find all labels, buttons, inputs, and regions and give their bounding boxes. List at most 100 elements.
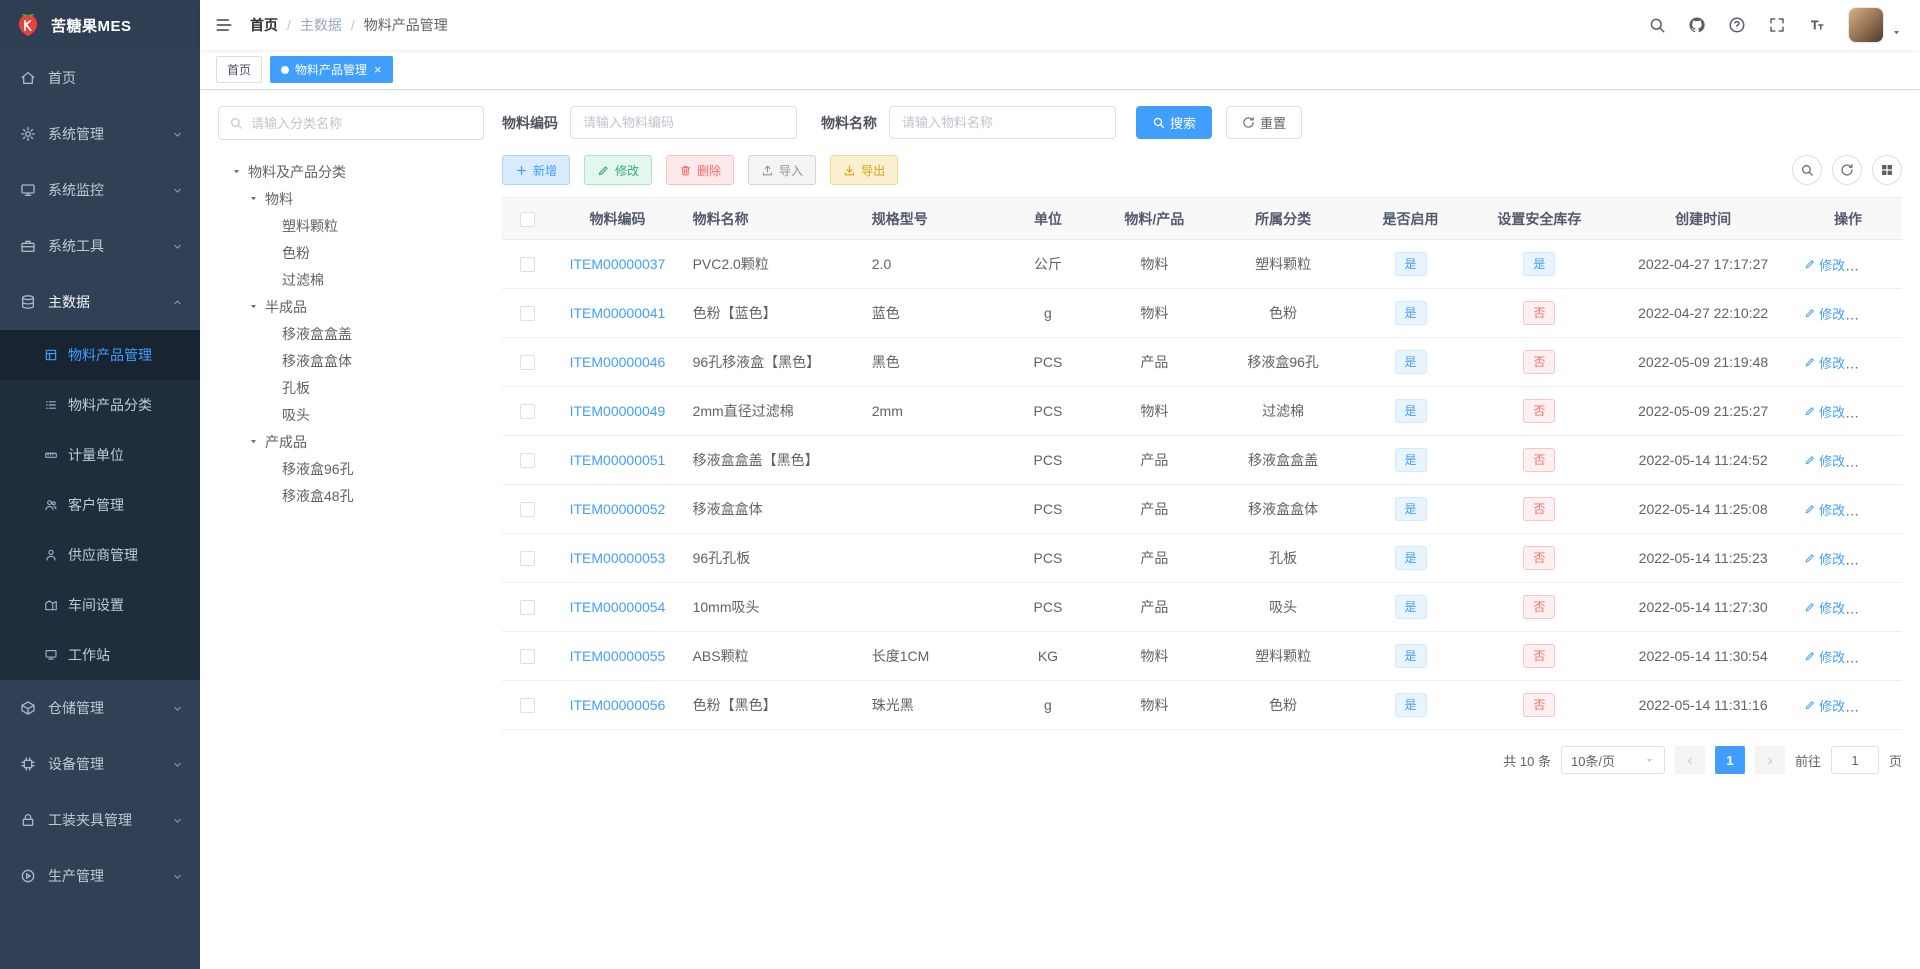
- material-code-link[interactable]: ITEM00000054: [570, 599, 666, 615]
- breadcrumb-item-2[interactable]: 物料产品管理: [364, 15, 448, 35]
- sidebar-item-master-data[interactable]: 主数据: [0, 274, 200, 330]
- row-checkbox[interactable]: [519, 600, 535, 616]
- hamburger-icon[interactable]: [214, 15, 234, 35]
- delete-link[interactable]: 删除: [1857, 500, 1898, 519]
- edit-button[interactable]: 修改: [584, 155, 653, 185]
- delete-link[interactable]: 删除: [1857, 598, 1898, 617]
- edit-link[interactable]: 修改: [1804, 353, 1845, 372]
- row-checkbox[interactable]: [519, 453, 535, 469]
- page-button-1[interactable]: 1: [1714, 746, 1745, 774]
- row-checkbox[interactable]: [519, 551, 535, 567]
- tree-node-1[interactable]: 物料: [218, 185, 484, 212]
- tree-node-9[interactable]: 吸头: [218, 401, 484, 428]
- edit-link[interactable]: 修改: [1804, 402, 1845, 421]
- app-logo[interactable]: 苦糖果MES: [0, 0, 200, 50]
- edit-link[interactable]: 修改: [1804, 451, 1845, 470]
- edit-link[interactable]: 修改: [1804, 255, 1845, 274]
- material-code-link[interactable]: ITEM00000041: [570, 305, 666, 321]
- category-search-input[interactable]: [251, 115, 473, 131]
- tree-node-4[interactable]: 过滤棉: [218, 266, 484, 293]
- row-checkbox[interactable]: [519, 404, 535, 420]
- row-checkbox[interactable]: [519, 257, 535, 273]
- delete-link[interactable]: 删除: [1857, 255, 1898, 274]
- delete-link[interactable]: 删除: [1857, 696, 1898, 715]
- search-icon[interactable]: [1648, 16, 1666, 34]
- close-icon[interactable]: ×: [374, 63, 382, 76]
- delete-link[interactable]: 删除: [1857, 451, 1898, 470]
- sidebar-item-supplier-management[interactable]: 供应商管理: [0, 530, 200, 580]
- material-code-link[interactable]: ITEM00000055: [570, 648, 666, 664]
- breadcrumb-item-1[interactable]: 主数据: [300, 15, 342, 35]
- user-menu[interactable]: [1848, 7, 1902, 43]
- edit-link[interactable]: 修改: [1804, 500, 1845, 519]
- select-all-checkbox[interactable]: [519, 211, 535, 227]
- row-checkbox[interactable]: [519, 649, 535, 665]
- tree-node-5[interactable]: 半成品: [218, 293, 484, 320]
- edit-link[interactable]: 修改: [1804, 598, 1845, 617]
- material-code-link[interactable]: ITEM00000056: [570, 697, 666, 713]
- tree-node-3[interactable]: 色粉: [218, 239, 484, 266]
- next-page-button[interactable]: ›: [1754, 746, 1785, 774]
- tab-1[interactable]: 物料产品管理 ×: [270, 56, 393, 83]
- goto-page-input[interactable]: [1830, 746, 1879, 774]
- add-button[interactable]: 新增: [502, 155, 571, 185]
- refresh-button[interactable]: [1832, 155, 1862, 185]
- sidebar-item-material-product-category[interactable]: 物料产品分类: [0, 380, 200, 430]
- edit-link[interactable]: 修改: [1804, 304, 1845, 323]
- sidebar-item-production-management[interactable]: 生产管理: [0, 848, 200, 904]
- sidebar-item-measurement-unit[interactable]: 计量单位: [0, 430, 200, 480]
- material-code-link[interactable]: ITEM00000052: [570, 501, 666, 517]
- sidebar-item-warehouse-management[interactable]: 仓储管理: [0, 680, 200, 736]
- delete-link[interactable]: 删除: [1857, 549, 1898, 568]
- material-name-input[interactable]: [889, 106, 1116, 139]
- tab-0[interactable]: 首页: [216, 56, 263, 83]
- material-code-link[interactable]: ITEM00000037: [570, 256, 666, 272]
- edit-link[interactable]: 修改: [1804, 696, 1845, 715]
- edit-link[interactable]: 修改: [1804, 549, 1845, 568]
- page-size-select[interactable]: 10条/页: [1560, 746, 1665, 774]
- sidebar-item-system-management[interactable]: 系统管理: [0, 106, 200, 162]
- prev-page-button[interactable]: ‹: [1674, 746, 1705, 774]
- material-code-link[interactable]: ITEM00000053: [570, 550, 666, 566]
- material-code-link[interactable]: ITEM00000051: [570, 452, 666, 468]
- sidebar-item-customer-management[interactable]: 客户管理: [0, 480, 200, 530]
- sidebar-item-material-product-management[interactable]: 物料产品管理: [0, 330, 200, 380]
- reset-button[interactable]: 重置: [1226, 106, 1303, 139]
- row-checkbox[interactable]: [519, 698, 535, 714]
- sidebar-item-equipment-management[interactable]: 设备管理: [0, 736, 200, 792]
- delete-link[interactable]: 删除: [1857, 647, 1898, 666]
- delete-button[interactable]: 删除: [666, 155, 735, 185]
- avatar[interactable]: [1848, 7, 1884, 43]
- github-icon[interactable]: [1688, 16, 1706, 34]
- delete-link[interactable]: 删除: [1857, 402, 1898, 421]
- tree-node-6[interactable]: 移液盒盒盖: [218, 320, 484, 347]
- font-size-icon[interactable]: [1808, 16, 1826, 34]
- tree-node-12[interactable]: 移液盒48孔: [218, 482, 484, 509]
- delete-link[interactable]: 删除: [1857, 304, 1898, 323]
- breadcrumb-item-0[interactable]: 首页: [250, 15, 278, 35]
- row-checkbox[interactable]: [519, 355, 535, 371]
- material-code-link[interactable]: ITEM00000046: [570, 354, 666, 370]
- import-button[interactable]: 导入: [748, 155, 817, 185]
- help-icon[interactable]: [1728, 16, 1746, 34]
- sidebar-item-workshop-settings[interactable]: 车间设置: [0, 580, 200, 630]
- edit-link[interactable]: 修改: [1804, 647, 1845, 666]
- row-checkbox[interactable]: [519, 306, 535, 322]
- tree-node-11[interactable]: 移液盒96孔: [218, 455, 484, 482]
- tree-node-8[interactable]: 孔板: [218, 374, 484, 401]
- tree-node-0[interactable]: 物料及产品分类: [218, 158, 484, 185]
- sidebar-item-fixture-management[interactable]: 工装夹具管理: [0, 792, 200, 848]
- sidebar-item-home[interactable]: 首页: [0, 50, 200, 106]
- columns-button[interactable]: [1872, 155, 1902, 185]
- tree-node-10[interactable]: 产成品: [218, 428, 484, 455]
- material-code-input[interactable]: [570, 106, 797, 139]
- sidebar-item-system-tools[interactable]: 系统工具: [0, 218, 200, 274]
- row-checkbox[interactable]: [519, 502, 535, 518]
- sidebar-item-workstation[interactable]: 工作站: [0, 630, 200, 680]
- search-button[interactable]: 搜索: [1136, 106, 1213, 139]
- sidebar-item-system-monitor[interactable]: 系统监控: [0, 162, 200, 218]
- export-button[interactable]: 导出: [830, 155, 899, 185]
- material-code-link[interactable]: ITEM00000049: [570, 403, 666, 419]
- toggle-search-button[interactable]: [1792, 155, 1822, 185]
- fullscreen-icon[interactable]: [1768, 16, 1786, 34]
